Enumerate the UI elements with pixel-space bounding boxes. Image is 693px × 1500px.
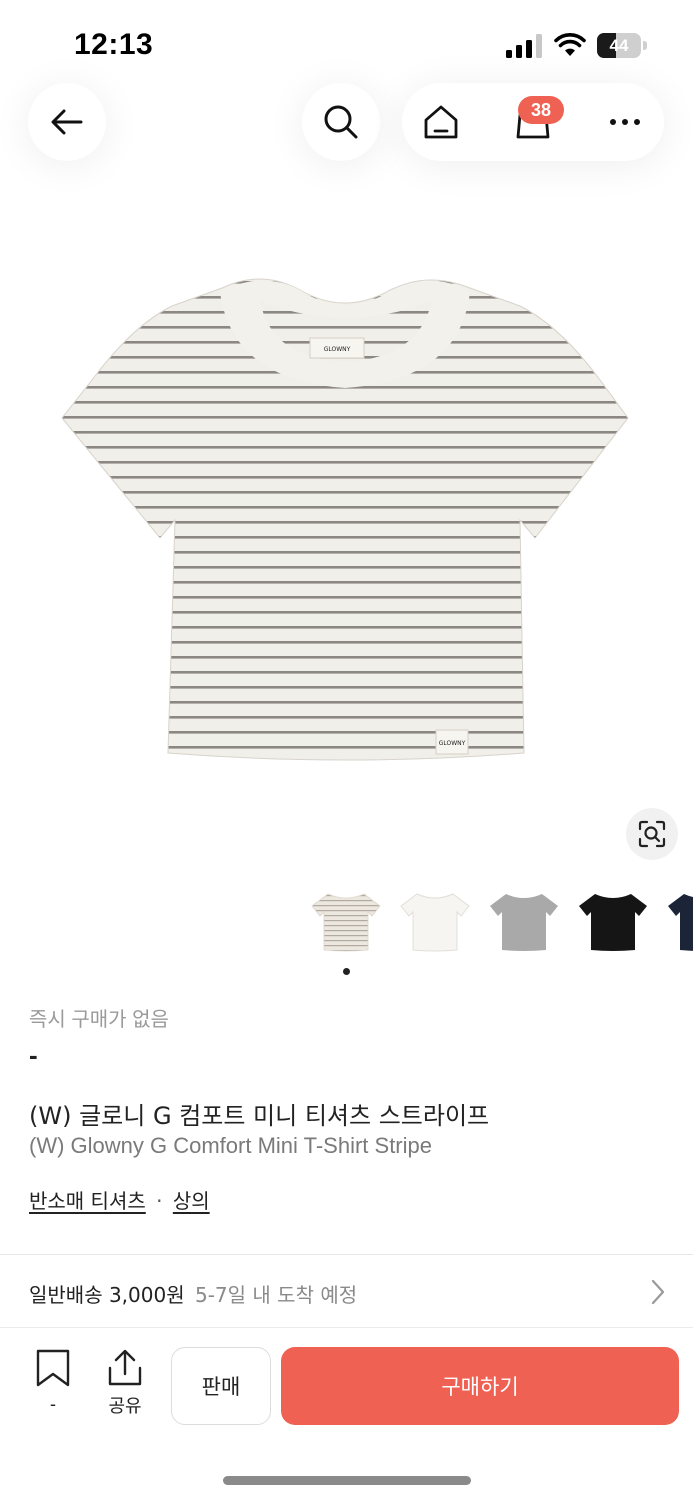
shipping-fee: 일반배송 3,000원 — [29, 1283, 185, 1307]
instant-buy-price: - — [29, 1040, 38, 1070]
battery-indicator: 44 — [597, 33, 647, 58]
product-title-english: (W) Glowny G Comfort Mini T-Shirt Stripe — [29, 1133, 432, 1158]
image-search-icon — [638, 820, 666, 848]
battery-percentage: 44 — [609, 36, 629, 55]
status-time: 12:13 — [74, 28, 154, 61]
gray-tee-thumbnail — [490, 894, 558, 951]
black-tee-thumbnail — [579, 894, 647, 951]
sell-button[interactable]: 판매 — [171, 1347, 271, 1425]
category-link-tops[interactable]: 상의 — [173, 1189, 210, 1213]
category-separator: · — [156, 1189, 163, 1213]
variant-thumb-stripe[interactable] — [308, 888, 384, 958]
svg-text:GLOWNY: GLOWNY — [324, 346, 351, 353]
product-image[interactable]: GLOWNY GLOWNY — [0, 230, 693, 830]
back-button[interactable] — [28, 83, 106, 161]
svg-text:GLOWNY: GLOWNY — [439, 740, 466, 747]
cart-count-badge: 38 — [518, 96, 564, 124]
divider — [0, 1327, 693, 1328]
product-title-korean: (W) 글로니 G 컴포트 미니 티셔츠 스트라이프 — [29, 1102, 490, 1130]
bookmark-count: - — [50, 1394, 56, 1414]
image-search-button[interactable] — [626, 808, 678, 860]
home-button[interactable] — [402, 83, 480, 161]
striped-tshirt-image: GLOWNY GLOWNY — [61, 278, 629, 761]
arrow-left-icon — [51, 109, 83, 135]
white-tee-thumbnail — [400, 893, 470, 952]
more-horizontal-icon — [610, 119, 640, 125]
status-bar: 12:13 44 — [0, 0, 693, 80]
category-link-short-sleeve-tee[interactable]: 반소매 티셔츠 — [29, 1189, 146, 1213]
wifi-icon — [554, 33, 586, 56]
navy-tee-thumbnail — [668, 894, 693, 951]
more-button[interactable] — [586, 83, 664, 161]
gallery-page-indicator — [343, 968, 350, 975]
search-icon — [324, 105, 358, 139]
instant-buy-label: 즉시 구매가 없음 — [29, 1009, 169, 1031]
color-variant-list — [0, 888, 693, 958]
variant-thumb-gray[interactable] — [486, 888, 562, 958]
share-label: 공유 — [108, 1396, 142, 1417]
stripe-tee-thumbnail — [311, 893, 381, 952]
bookmark-icon — [36, 1349, 70, 1387]
shipping-eta: 5-7일 내 도착 예정 — [194, 1283, 358, 1307]
variant-thumb-black[interactable] — [575, 888, 651, 958]
cellular-signal-icon — [506, 34, 542, 58]
home-indicator — [223, 1476, 471, 1485]
buy-button[interactable]: 구매하기 — [281, 1347, 679, 1425]
share-button[interactable]: 공유 — [100, 1348, 150, 1418]
home-icon — [424, 105, 458, 139]
variant-thumb-navy[interactable] — [664, 888, 693, 958]
variant-thumb-white[interactable] — [397, 888, 473, 958]
chevron-right-icon — [651, 1279, 665, 1305]
category-breadcrumb: 반소매 티셔츠 · 상의 — [29, 1185, 210, 1214]
search-button[interactable] — [302, 83, 380, 161]
shipping-info-row[interactable]: 일반배송 3,000원 5-7일 내 도착 예정 — [0, 1255, 693, 1327]
share-icon — [108, 1349, 142, 1386]
bookmark-button[interactable]: - — [30, 1348, 76, 1418]
